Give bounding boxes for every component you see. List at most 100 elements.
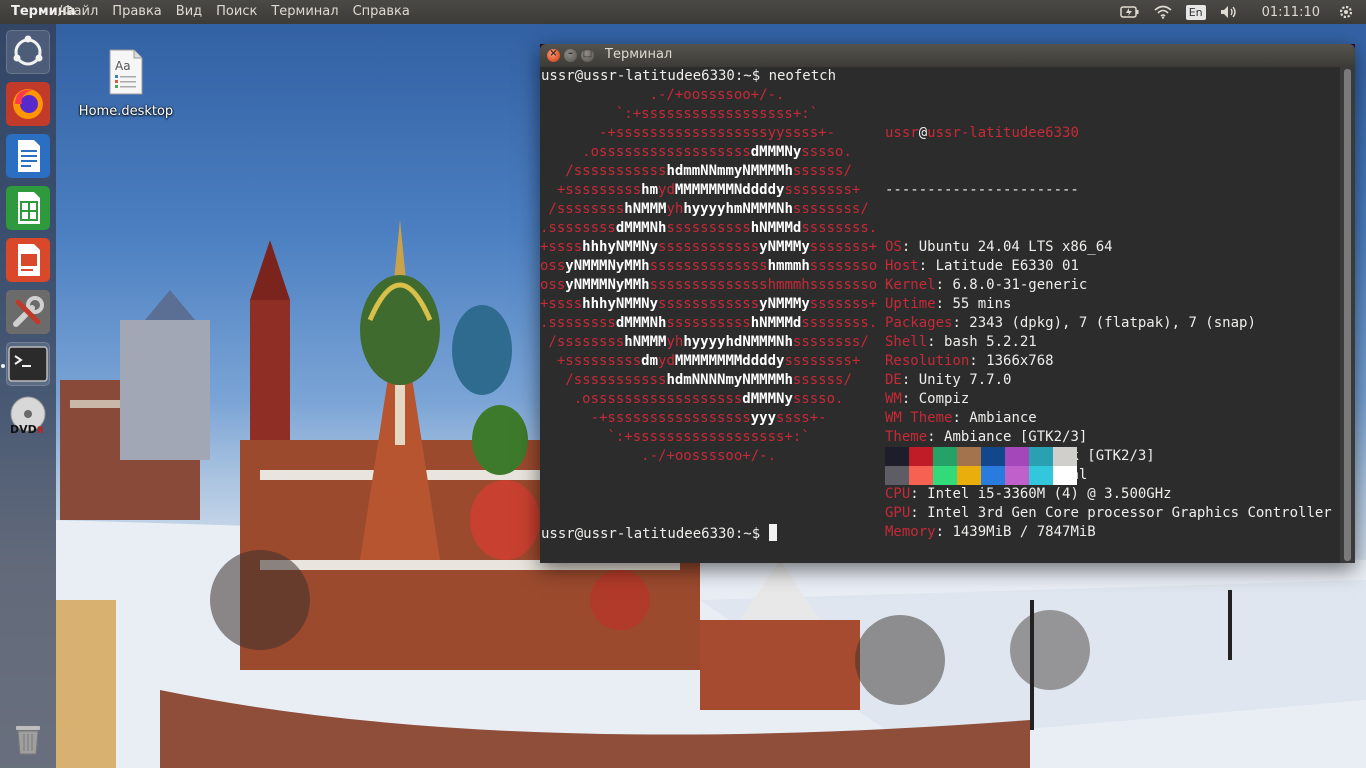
svg-text:R: R <box>37 426 44 436</box>
logo-line: .ossssssssssssssssssdMMMNysssso. <box>540 390 877 409</box>
logo-segment: +ssss <box>540 239 583 255</box>
maximize-button[interactable]: □ <box>581 48 594 62</box>
launcher-writer[interactable] <box>6 134 50 178</box>
logo-segment: yd <box>658 353 675 369</box>
command-line: ussr@ussr-latitudee6330:~$ neofetch <box>541 67 836 86</box>
info-key: WM <box>885 391 902 407</box>
window-titlebar[interactable]: × – □ Терминал <box>540 44 1355 67</box>
power-gear-icon[interactable] <box>1338 4 1354 20</box>
menu-file[interactable]: /Файл <box>58 4 98 19</box>
desktop-file-home[interactable]: Aa Home.desktop <box>76 48 176 119</box>
volume-icon[interactable] <box>1220 5 1238 19</box>
logo-segment: hhhyNMMNy <box>582 296 659 312</box>
info-colon: : <box>901 239 919 255</box>
info-value: Unity 7.7.0 <box>918 372 1012 388</box>
info-value: bash 5.2.21 <box>944 334 1037 350</box>
wifi-icon[interactable] <box>1154 5 1172 19</box>
logo-segment: `:+ssssssssssssssssss+:` <box>540 429 810 445</box>
logo-segment: /sssssssssss <box>540 372 667 388</box>
palette-swatch <box>933 447 957 466</box>
keyboard-layout-indicator[interactable]: En <box>1185 4 1206 20</box>
logo-line: /sssssssshNMMMyhhyyyyhmNMMMNhssssssss/ <box>540 200 877 219</box>
battery-icon[interactable] <box>1119 5 1140 19</box>
logo-segment: yNMMMNyMMh <box>565 258 650 274</box>
active-prompt-line[interactable]: ussr@ussr-latitudee6330:~$ <box>541 524 777 544</box>
terminal-output[interactable]: ussr@ussr-latitudee6330:~$ neofetch .-/+… <box>540 67 1340 563</box>
menu-help[interactable]: Справка <box>353 4 410 19</box>
logo-segment: hNMMMd <box>750 315 802 331</box>
logo-line: +ssssssssshmydMMMMMMMNddddyssssssss+ <box>540 181 877 200</box>
clock[interactable]: 01:11:10 <box>1262 5 1320 20</box>
menu-view[interactable]: Вид <box>176 4 202 19</box>
logo-segment: ssssssss+ <box>784 353 861 369</box>
logo-segment: dMMMNy <box>742 391 793 407</box>
window-title: Терминал <box>605 47 673 62</box>
info-key: Shell <box>885 334 928 350</box>
terminal-icon <box>8 346 48 382</box>
ubuntu-dash-button[interactable] <box>6 30 50 74</box>
scrollbar-thumb[interactable] <box>1344 69 1351 561</box>
trash-icon <box>16 726 40 755</box>
logo-segment: .ssssssss <box>540 220 616 236</box>
menu-edit[interactable]: Правка <box>112 4 161 19</box>
desktop-file-label: Home.desktop <box>78 104 174 119</box>
info-value: Ambiance [GTK2/3] <box>944 429 1088 445</box>
libreoffice-calc-icon <box>6 186 50 230</box>
palette-swatch <box>885 447 909 466</box>
palette-swatch <box>1005 466 1029 485</box>
info-key: Theme <box>885 429 928 445</box>
host-name: ussr-latitudee6330 <box>927 125 1079 141</box>
info-row: WM: Compiz <box>885 390 1332 409</box>
libreoffice-writer-icon <box>6 134 50 178</box>
info-key: DE <box>885 372 902 388</box>
logo-segment: dMMMNy <box>750 144 802 160</box>
logo-line: .ossssssssssssssssssdMMMNysssso. <box>540 143 877 162</box>
maximize-icon: □ <box>582 48 593 59</box>
minimize-button[interactable]: – <box>564 48 577 62</box>
logo-segment: yyy <box>750 410 777 426</box>
logo-segment: hdmmNNmmyNMMMMh <box>666 163 793 179</box>
menu-search[interactable]: Поиск <box>216 4 257 19</box>
info-value: Ubuntu 24.04 LTS x86_64 <box>918 239 1113 255</box>
close-button[interactable]: × <box>547 48 560 62</box>
launcher-dvd-burner[interactable]: DVD R <box>6 394 50 438</box>
launcher-impress[interactable] <box>6 238 50 282</box>
info-colon: : <box>969 353 987 369</box>
info-value: 6.8.0-31-generic <box>952 277 1088 293</box>
logo-segment: ssssssss/ <box>792 334 869 350</box>
vertical-scrollbar[interactable] <box>1340 67 1355 563</box>
minimize-icon: – <box>568 48 573 59</box>
palette-swatch <box>1029 466 1053 485</box>
info-colon: : <box>935 524 953 540</box>
info-colon: : <box>952 410 970 426</box>
logo-segment: oss <box>540 277 566 293</box>
logo-segment: +sssssssss <box>540 353 642 369</box>
logo-segment: hmmmh <box>767 258 810 274</box>
logo-segment: `:+ssssssssssssssssss+:` <box>540 106 819 122</box>
logo-segment: oss <box>540 258 566 274</box>
terminal-window[interactable]: × – □ Терминал ussr@ussr-latitudee6330:~… <box>540 44 1355 563</box>
logo-segment: ssssssss/ <box>792 201 869 217</box>
info-value: 1366x768 <box>986 353 1054 369</box>
launcher-terminal[interactable] <box>6 342 50 386</box>
info-row: CPU: Intel i5-3360M (4) @ 3.500GHz <box>885 485 1332 504</box>
logo-segment: MMMMMMMNddddy <box>674 182 785 198</box>
info-row: Uptime: 55 mins <box>885 295 1332 314</box>
launcher-calc[interactable] <box>6 186 50 230</box>
menu-terminal[interactable]: Терминал <box>271 4 338 19</box>
logo-segment: dMMMNh <box>615 220 667 236</box>
ubuntu-ascii-logo: .-/+oossssoo+/-. `:+ssssssssssssssssss+:… <box>540 86 877 466</box>
palette-swatch <box>981 447 1005 466</box>
launcher-firefox[interactable] <box>6 82 50 126</box>
launcher-settings[interactable] <box>6 290 50 334</box>
logo-segment: .-/+oossssoo+/-. <box>540 87 785 103</box>
info-row: Packages: 2343 (dpkg), 7 (flatpak), 7 (s… <box>885 314 1332 333</box>
info-colon: : <box>927 334 945 350</box>
logo-segment: +sssssssss <box>540 182 642 198</box>
system-settings-icon <box>6 290 50 334</box>
logo-segment: /ssssssss <box>540 201 625 217</box>
text-file-icon: Aa <box>109 49 143 95</box>
launcher-trash[interactable] <box>6 716 50 760</box>
logo-segment: yNMMMy <box>759 296 810 312</box>
logo-segment: yNMMMNyMMh <box>565 277 650 293</box>
